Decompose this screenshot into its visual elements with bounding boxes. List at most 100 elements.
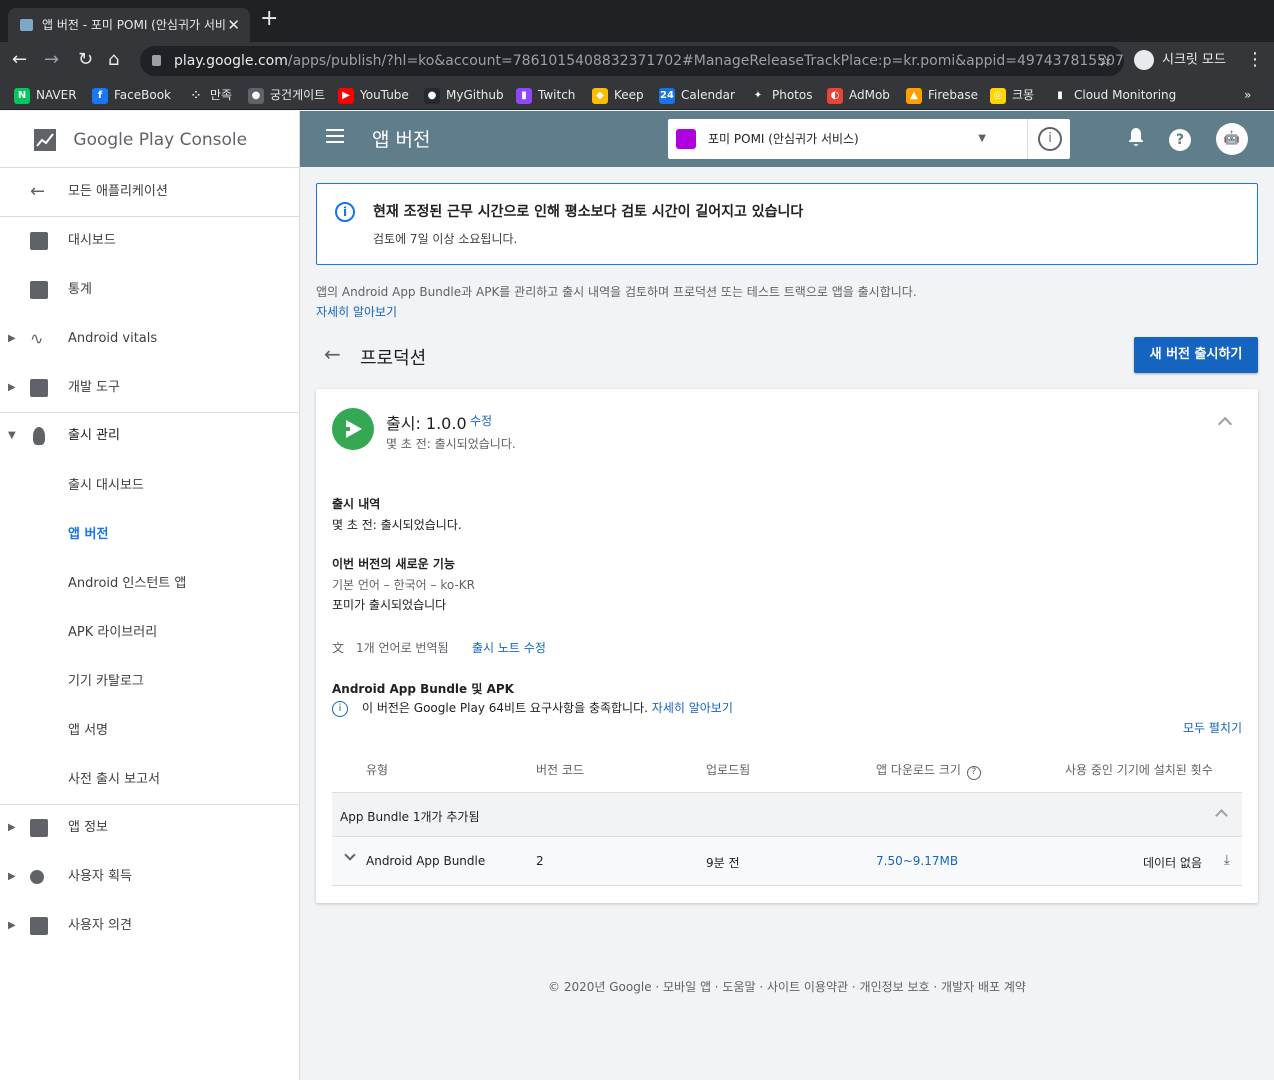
sidebar-item-device-catalog[interactable]: 기기 카탈로그 xyxy=(0,662,300,702)
table-row[interactable]: Android App Bundle 2 9분 전 7.50~9.17MB 데이… xyxy=(332,838,1242,886)
expand-all-link[interactable]: 모두 펼치기 xyxy=(1183,719,1242,736)
console-header: 앱 버전 포미 POMI (안심귀가 서비스) ▼ i ? 🤖 xyxy=(300,111,1274,167)
reload-icon[interactable]: ↻ xyxy=(78,50,93,70)
sidebar-item-user-feedback[interactable]: ▶ 사용자 의견 xyxy=(0,906,300,946)
bookmarks-bar: N NAVER f FaceBook ⁘ 만족 ● 궁건게이트 ▶ YouTube ● MyGithu… xyxy=(0,80,1274,110)
bookmark-item[interactable]: ▶ YouTube xyxy=(338,86,409,104)
bookmark-item[interactable]: f FaceBook xyxy=(92,86,171,104)
cell-download-size[interactable]: 7.50~9.17MB xyxy=(876,854,958,868)
cell-type: Android App Bundle xyxy=(366,854,486,868)
back-arrow-icon[interactable]: ← xyxy=(12,50,27,70)
bookmark-item[interactable]: ⁘ 만족 xyxy=(188,86,232,104)
sidebar-item-dev-tools[interactable]: ▶ 개발 도구 xyxy=(0,368,300,408)
bookmark-item[interactable]: ◆ Keep xyxy=(592,86,644,104)
release-subtitle: 몇 초 전: 출시되었습니다. xyxy=(386,437,516,451)
more-bookmarks-icon[interactable]: » xyxy=(1244,86,1251,104)
collapse-chevron-icon[interactable] xyxy=(1217,416,1233,432)
sidebar-item-apk-library[interactable]: APK 라이브러리 xyxy=(0,613,300,653)
requirement-learn-more-link[interactable]: 자세히 알아보기 xyxy=(652,701,733,715)
browser-tab-strip: 앱 버전 - 포미 POMI (안심귀가 서비 ✕ + xyxy=(0,0,1274,42)
home-icon[interactable]: ⌂ xyxy=(108,50,119,70)
expand-arrow-icon: ▶ xyxy=(8,920,16,931)
bookmark-item[interactable]: N NAVER xyxy=(14,86,77,104)
table-header: 유형 버전 코드 업로드됨 앱 다운로드 크기? 사용 중인 기기에 설치된 횟… xyxy=(332,745,1242,793)
learn-more-link[interactable]: 자세히 알아보기 xyxy=(316,303,397,320)
sidebar-item-release-dashboard[interactable]: 출시 대시보드 xyxy=(0,466,300,506)
column-header-version-code: 버전 코드 xyxy=(536,763,584,777)
bookmark-item[interactable]: 24 Calendar xyxy=(659,86,735,104)
download-icon[interactable]: ⤓ xyxy=(1224,852,1230,868)
sidebar-item-label: 앱 버전 xyxy=(68,527,109,542)
collapse-chevron-icon[interactable] xyxy=(1215,809,1228,822)
bookmark-label: YouTube xyxy=(360,88,409,102)
url-host: play.google.com xyxy=(174,53,288,69)
close-tab-icon[interactable]: ✕ xyxy=(227,8,240,42)
bookmark-favicon-icon: ▲ xyxy=(906,87,922,104)
browser-tab[interactable]: 앱 버전 - 포미 POMI (안심귀가 서비 ✕ xyxy=(8,8,250,42)
menu-icon[interactable] xyxy=(326,129,344,143)
help-icon[interactable]: ? xyxy=(1168,127,1192,151)
bookmark-star-icon[interactable]: ☆ xyxy=(1098,46,1112,76)
column-header-uploaded: 업로드됨 xyxy=(706,763,751,777)
sidebar-item-statistics[interactable]: 통계 xyxy=(0,270,300,310)
expand-chevron-icon[interactable] xyxy=(344,849,356,861)
sidebar-item-app-releases[interactable]: 앱 버전 xyxy=(0,515,300,555)
new-release-button[interactable]: 새 버전 출시하기 xyxy=(1134,337,1258,373)
bookmark-item[interactable]: ▮ Cloud Monitoring xyxy=(1052,86,1176,104)
address-bar[interactable]: play.google.com/apps/publish/?hl=ko&acco… xyxy=(140,46,1124,76)
bookmark-label: 만족 xyxy=(210,88,233,102)
notifications-bell-icon[interactable] xyxy=(1124,127,1148,151)
bookmark-item[interactable]: ◐ AdMob xyxy=(827,86,890,104)
new-tab-icon[interactable]: + xyxy=(260,6,278,31)
bookmark-label: Twitch xyxy=(538,88,576,102)
bookmark-item[interactable]: ● 궁건게이트 xyxy=(248,86,325,104)
sidebar-item-pre-launch-report[interactable]: 사전 출시 보고서 xyxy=(0,760,300,800)
history-text: 몇 초 전: 출시되었습니다. xyxy=(332,518,462,532)
track-title: 프로덕션 xyxy=(360,348,427,369)
bookmark-item[interactable]: ▮ Twitch xyxy=(516,86,575,104)
incognito-indicator[interactable]: 시크릿 모드 xyxy=(1134,50,1226,71)
collapse-arrow-icon: ▼ xyxy=(8,430,16,441)
account-avatar[interactable]: 🤖 xyxy=(1216,123,1248,155)
whatsnew-language: 기본 언어 – 한국어 – ko-KR xyxy=(332,578,475,592)
bookmark-favicon-icon: ◆ xyxy=(592,87,608,104)
expand-arrow-icon: ▶ xyxy=(8,382,16,393)
sidebar-item-dashboard[interactable]: 대시보드 xyxy=(0,221,300,261)
help-icon[interactable]: ? xyxy=(966,766,981,780)
back-arrow-icon[interactable]: ← xyxy=(324,342,341,366)
sidebar-divider xyxy=(0,804,300,805)
sidebar-item-user-acquisition[interactable]: ▶ 사용자 획득 xyxy=(0,857,300,897)
sidebar-item-store-presence[interactable]: ▶ 앱 정보 xyxy=(0,808,300,848)
group-label: App Bundle 1개가 추가됨 xyxy=(340,810,480,824)
forward-arrow-icon[interactable]: → xyxy=(44,50,59,70)
bookmark-item[interactable]: ◎ 크몽 xyxy=(990,86,1034,104)
bookmark-item[interactable]: ✦ Photos xyxy=(750,86,812,104)
google-play-console-logo[interactable]: Google Play Console xyxy=(32,125,247,155)
page-description: 앱의 Android App Bundle과 APK를 관리하고 출시 내역을 … xyxy=(316,285,917,299)
browser-toolbar: ← → ↻ ⌂ play.google.com/apps/publish/?hl… xyxy=(0,42,1274,80)
bookmark-item[interactable]: ▲ Firebase xyxy=(906,86,978,104)
sidebar-item-label: 대시보드 xyxy=(68,233,116,248)
bookmark-favicon-icon: ● xyxy=(424,87,440,104)
expand-arrow-icon: ▶ xyxy=(8,822,16,833)
divider xyxy=(1027,119,1028,159)
bookmark-favicon-icon: ◎ xyxy=(990,87,1006,104)
bundle-group-header[interactable]: App Bundle 1개가 추가됨 xyxy=(332,793,1242,837)
sidebar-item-android-vitals[interactable]: ▶ ∿ Android vitals xyxy=(0,319,300,359)
edit-release-notes-link[interactable]: 출시 노트 수정 xyxy=(472,639,546,656)
play-console-favicon-icon xyxy=(20,19,33,31)
app-selector[interactable]: 포미 POMI (안심귀가 서비스) ▼ i xyxy=(668,119,1070,159)
sidebar-divider xyxy=(0,216,300,217)
sidebar-item-instant-apps[interactable]: Android 인스턴트 앱 xyxy=(0,564,300,604)
sidebar-item-release-management[interactable]: ▼ 출시 관리 xyxy=(0,416,300,456)
sidebar-item-app-signing[interactable]: 앱 서명 xyxy=(0,711,300,751)
bookmark-item[interactable]: ● MyGithub xyxy=(424,86,504,104)
browser-menu-icon[interactable]: ⋮ xyxy=(1246,50,1264,70)
sidebar-item-label: Android vitals xyxy=(68,331,158,346)
edit-release-link[interactable]: 수정 xyxy=(470,412,492,429)
sidebar-item-all-apps[interactable]: ← 모든 애플리케이션 xyxy=(0,172,300,212)
incognito-label: 시크릿 모드 xyxy=(1162,52,1226,68)
history-heading: 출시 내역 xyxy=(332,497,381,511)
info-icon[interactable]: i xyxy=(1038,127,1062,151)
whatsnew-text: 포미가 출시되었습니다 xyxy=(332,598,447,612)
